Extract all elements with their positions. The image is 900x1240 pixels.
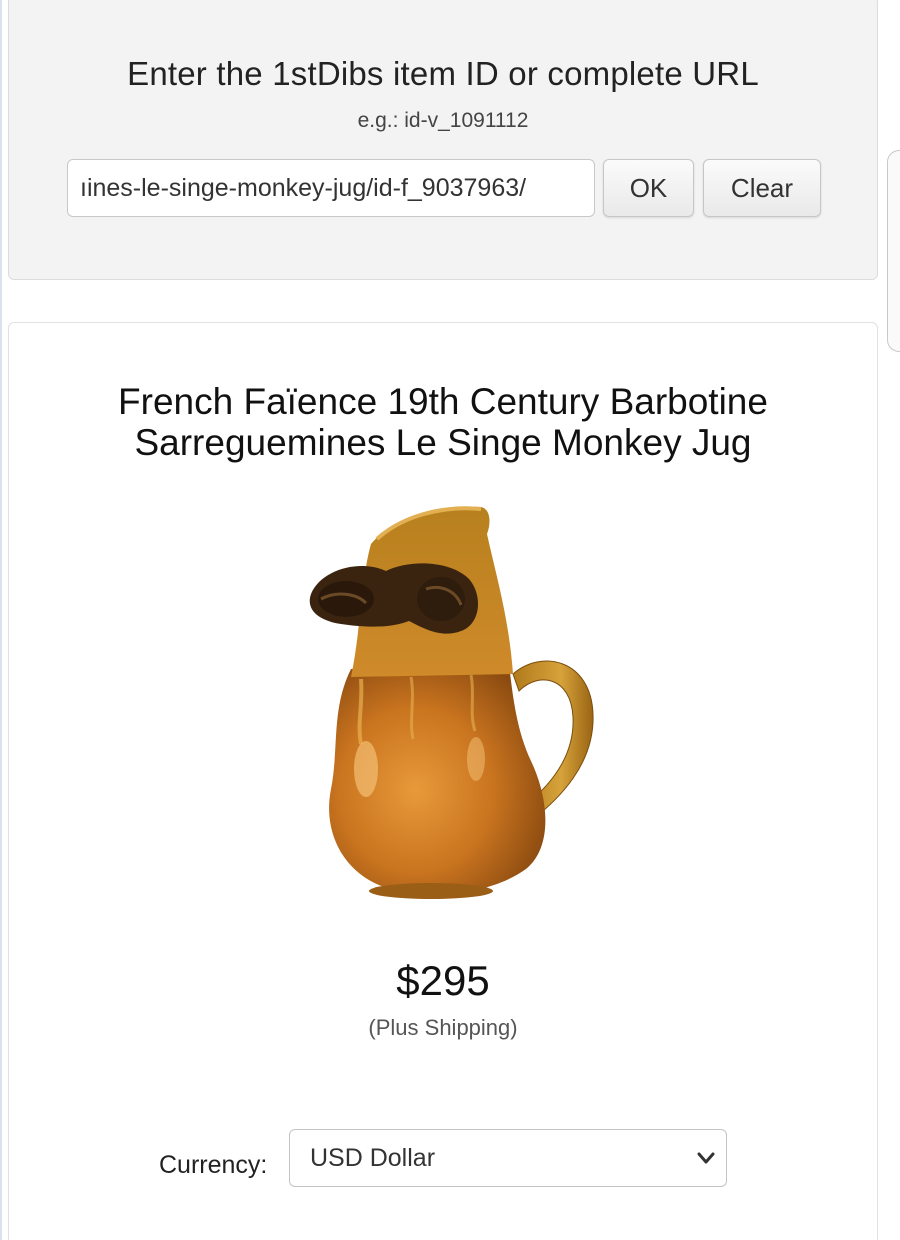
item-price: $295 — [396, 957, 490, 1004]
clear-button[interactable]: Clear — [703, 159, 821, 217]
ok-button[interactable]: OK — [603, 159, 694, 217]
item-panel: French Faïence 19th Century Barbotine Sa… — [8, 322, 878, 1240]
item-url-input[interactable]: ıines-le-singe-monkey-jug/id-f_9037963/ — [67, 159, 595, 217]
chevron-down-icon — [697, 1152, 715, 1164]
url-input-value: ıines-le-singe-monkey-jug/id-f_9037963/ — [80, 174, 527, 202]
currency-label: Currency: — [159, 1151, 268, 1179]
scrollbar[interactable] — [887, 150, 900, 352]
page: Enter the 1stDibs item ID or complete UR… — [0, 0, 900, 1240]
item-title: French Faïence 19th Century Barbotine Sa… — [118, 381, 768, 463]
search-example: e.g.: id-v_1091112 — [357, 109, 529, 132]
search-title: Enter the 1stDibs item ID or complete UR… — [127, 55, 759, 92]
shipping-note: (Plus Shipping) — [368, 1015, 518, 1040]
currency-selected-value: USD Dollar — [310, 1144, 436, 1172]
currency-select[interactable]: USD Dollar — [289, 1129, 727, 1187]
monkey-jug-image — [291, 499, 601, 899]
search-panel: Enter the 1stDibs item ID or complete UR… — [8, 0, 878, 280]
